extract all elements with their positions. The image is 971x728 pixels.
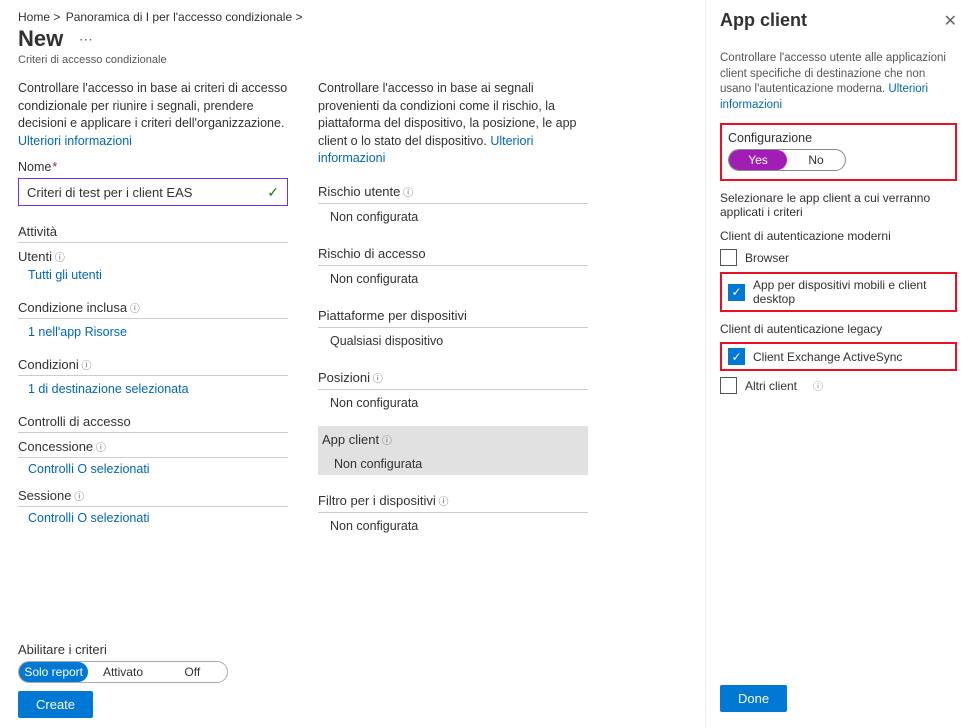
checkbox-browser-label: Browser <box>745 251 789 265</box>
toggle-report-only[interactable]: Solo report <box>19 662 88 682</box>
col1-description: Controllare l'accesso in base ai criteri… <box>18 80 288 150</box>
mobile-highlight-box: App per dispositivi mobili e client desk… <box>720 272 957 312</box>
rpanel-description: Controllare l'accesso utente alle applic… <box>720 51 957 113</box>
session-label[interactable]: Sessione <box>18 488 288 507</box>
config-no[interactable]: No <box>787 150 845 170</box>
cond-locations[interactable]: Posizioni Non configurata <box>318 364 588 414</box>
checkmark-icon: ✓ <box>267 184 279 201</box>
more-icon[interactable]: ⋯ <box>79 31 93 47</box>
cond-device-platforms[interactable]: Piattaforme per dispositivi Qualsiasi di… <box>318 302 588 352</box>
create-button[interactable]: Create <box>18 691 93 718</box>
cond-client-apps[interactable]: App client Non configurata <box>318 426 588 475</box>
breadcrumb[interactable]: Home > Panoramica di I per l'accesso con… <box>18 10 689 24</box>
enable-policy-label: Abilitare i criteri <box>18 642 228 657</box>
users-label[interactable]: Utenti <box>18 249 288 264</box>
name-value: Criteri di test per i client EAS <box>27 185 192 200</box>
page-subtitle: Criteri di accesso condizionale <box>18 54 689 66</box>
included-section[interactable]: Condizione inclusa <box>18 300 288 319</box>
config-label: Configurazione <box>728 131 947 145</box>
legacy-auth-heading: Client di autenticazione legacy <box>720 322 957 336</box>
cond-user-risk[interactable]: Rischio utente Non configurata <box>318 178 588 228</box>
users-value[interactable]: Tutti gli utenti <box>18 268 288 282</box>
toggle-off[interactable]: Off <box>158 662 227 682</box>
eas-highlight-box: Client Exchange ActiveSync <box>720 342 957 371</box>
config-toggle[interactable]: Yes No <box>728 149 846 171</box>
checkbox-browser[interactable] <box>720 249 737 266</box>
checkbox-eas-label: Client Exchange ActiveSync <box>753 350 902 364</box>
access-controls-section: Controlli di accesso <box>18 414 288 433</box>
modern-auth-heading: Client di autenticazione moderni <box>720 229 957 243</box>
breadcrumb-home[interactable]: Home > <box>18 10 60 24</box>
grant-value[interactable]: Controlli O selezionati <box>18 462 288 476</box>
done-button[interactable]: Done <box>720 685 787 712</box>
included-value[interactable]: 1 nell'app Risorse <box>18 325 288 339</box>
info-icon[interactable]: ⓘ <box>813 378 823 393</box>
cond-device-filter[interactable]: Filtro per i dispositivi Non configurata <box>318 487 588 537</box>
page-title: New <box>18 26 63 51</box>
col2-description: Controllare l'accesso in base ai segnali… <box>318 80 588 168</box>
config-yes[interactable]: Yes <box>729 150 787 170</box>
breadcrumb-overview[interactable]: Panoramica di I per l'accesso condiziona… <box>66 10 303 24</box>
grant-label[interactable]: Concessione <box>18 439 288 458</box>
name-input[interactable]: Criteri di test per i client EAS ✓ <box>18 178 288 206</box>
checkbox-mobile-desktop-label: App per dispositivi mobili e client desk… <box>753 278 949 306</box>
name-label: Nome <box>18 160 288 174</box>
config-highlight-box: Configurazione Yes No <box>720 123 957 181</box>
select-clients-text: Selezionare le app client a cui verranno… <box>720 191 957 219</box>
close-icon[interactable]: ✕ <box>944 11 957 31</box>
checkbox-eas[interactable] <box>728 348 745 365</box>
activity-section: Attività <box>18 224 288 243</box>
checkbox-mobile-desktop[interactable] <box>728 284 745 301</box>
conditions-value[interactable]: 1 di destinazione selezionata <box>18 382 288 396</box>
enable-policy-toggle[interactable]: Solo report Attivato Off <box>18 661 228 683</box>
checkbox-other-clients-label: Altri client <box>745 379 797 393</box>
session-value[interactable]: Controlli O selezionati <box>18 511 288 525</box>
checkbox-other-clients[interactable] <box>720 377 737 394</box>
conditions-section[interactable]: Condizioni <box>18 357 288 376</box>
col1-more-link[interactable]: Ulteriori informazioni <box>18 134 132 148</box>
rpanel-title: App client <box>720 10 807 31</box>
toggle-on[interactable]: Attivato <box>88 662 157 682</box>
cond-signin-risk[interactable]: Rischio di accesso Non configurata <box>318 240 588 290</box>
